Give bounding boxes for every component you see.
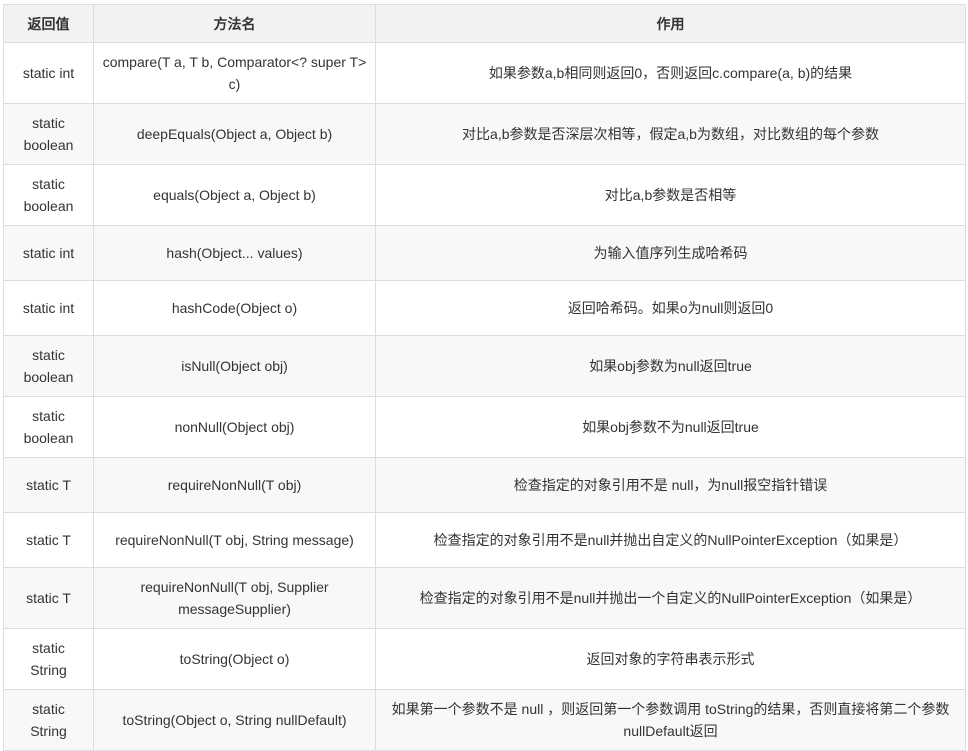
table-row: static int compare(T a, T b, Comparator<… <box>3 42 966 104</box>
table-row: static String toString(Object o) 返回对象的字符… <box>3 628 966 690</box>
cell-description: 返回对象的字符串表示形式 <box>375 628 966 690</box>
table-row: static T requireNonNull(T obj, Supplier … <box>3 567 966 629</box>
cell-method-name: isNull(Object obj) <box>93 335 376 397</box>
cell-description: 检查指定的对象引用不是null并抛出自定义的NullPointerExcepti… <box>375 512 966 568</box>
cell-description: 如果参数a,b相同则返回0，否则返回c.compare(a, b)的结果 <box>375 42 966 104</box>
cell-return-type: static T <box>3 457 94 513</box>
cell-method-name: hashCode(Object o) <box>93 280 376 336</box>
header-description: 作用 <box>375 4 966 43</box>
cell-description: 对比a,b参数是否深层次相等，假定a,b为数组，对比数组的每个参数 <box>375 103 966 165</box>
header-method-name: 方法名 <box>93 4 376 43</box>
cell-return-type: static T <box>3 567 94 629</box>
cell-return-type: static boolean <box>3 335 94 397</box>
table-header-row: 返回值 方法名 作用 <box>3 4 966 43</box>
cell-description: 返回哈希码。如果o为null则返回0 <box>375 280 966 336</box>
table-row: static T requireNonNull(T obj, String me… <box>3 512 966 568</box>
table-row: static boolean nonNull(Object obj) 如果obj… <box>3 396 966 458</box>
cell-return-type: static int <box>3 280 94 336</box>
cell-return-type: static String <box>3 628 94 690</box>
cell-method-name: requireNonNull(T obj) <box>93 457 376 513</box>
cell-method-name: nonNull(Object obj) <box>93 396 376 458</box>
cell-return-type: static int <box>3 42 94 104</box>
methods-table-container: 返回值 方法名 作用 static int compare(T a, T b, … <box>3 4 966 751</box>
cell-method-name: toString(Object o, String nullDefault) <box>93 689 376 751</box>
table-row: static int hashCode(Object o) 返回哈希码。如果o为… <box>3 280 966 336</box>
cell-description: 检查指定的对象引用不是null并抛出一个自定义的NullPointerExcep… <box>375 567 966 629</box>
table-row: static boolean isNull(Object obj) 如果obj参… <box>3 335 966 397</box>
objects-methods-table: 返回值 方法名 作用 static int compare(T a, T b, … <box>3 4 966 751</box>
cell-description: 如果第一个参数不是 null ，则返回第一个参数调用 toString的结果，否… <box>375 689 966 751</box>
cell-return-type: static int <box>3 225 94 281</box>
cell-method-name: toString(Object o) <box>93 628 376 690</box>
cell-return-type: static String <box>3 689 94 751</box>
cell-method-name: deepEquals(Object a, Object b) <box>93 103 376 165</box>
cell-return-type: static boolean <box>3 103 94 165</box>
cell-description: 为输入值序列生成哈希码 <box>375 225 966 281</box>
table-row: static int hash(Object... values) 为输入值序列… <box>3 225 966 281</box>
cell-method-name: requireNonNull(T obj, String message) <box>93 512 376 568</box>
header-return-type: 返回值 <box>3 4 94 43</box>
cell-method-name: equals(Object a, Object b) <box>93 164 376 226</box>
cell-description: 如果obj参数为null返回true <box>375 335 966 397</box>
table-row: static T requireNonNull(T obj) 检查指定的对象引用… <box>3 457 966 513</box>
table-row: static boolean deepEquals(Object a, Obje… <box>3 103 966 165</box>
cell-description: 检查指定的对象引用不是 null，为null报空指针错误 <box>375 457 966 513</box>
cell-return-type: static boolean <box>3 164 94 226</box>
cell-method-name: requireNonNull(T obj, Supplier messageSu… <box>93 567 376 629</box>
cell-return-type: static T <box>3 512 94 568</box>
table-row: static boolean equals(Object a, Object b… <box>3 164 966 226</box>
table-row: static String toString(Object o, String … <box>3 689 966 751</box>
cell-method-name: compare(T a, T b, Comparator<? super T> … <box>93 42 376 104</box>
cell-description: 对比a,b参数是否相等 <box>375 164 966 226</box>
cell-method-name: hash(Object... values) <box>93 225 376 281</box>
cell-return-type: static boolean <box>3 396 94 458</box>
cell-description: 如果obj参数不为null返回true <box>375 396 966 458</box>
